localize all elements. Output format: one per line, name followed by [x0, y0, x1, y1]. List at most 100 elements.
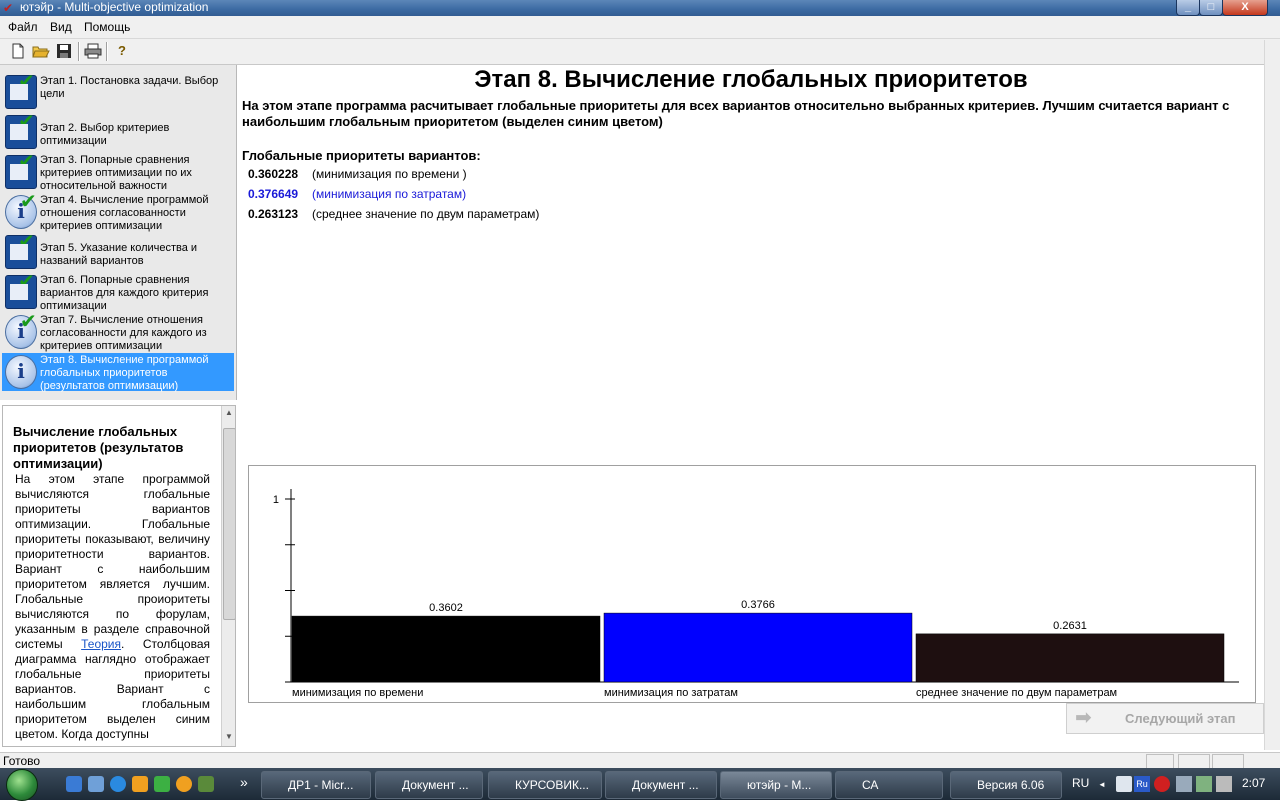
- menu-bar: Файл Вид Помощь: [0, 16, 1280, 39]
- bar: [603, 612, 913, 683]
- media-player-icon[interactable]: [132, 776, 148, 792]
- printer-tray-icon[interactable]: [1116, 776, 1132, 792]
- taskbar-button-active[interactable]: ютэйр - M...: [720, 771, 832, 799]
- maximize-button[interactable]: □: [1199, 0, 1223, 16]
- priority-value: 0.360228: [248, 167, 299, 181]
- help-scrollbar[interactable]: ▲ ▼: [221, 406, 235, 746]
- browser-icon[interactable]: [110, 776, 126, 792]
- help-body: На этом этапе программой вычисляются гло…: [15, 472, 210, 742]
- status-pane: [1146, 754, 1174, 769]
- network-icon[interactable]: [1176, 776, 1192, 792]
- word-doc-icon: [268, 778, 282, 792]
- status-pane: [1178, 754, 1210, 769]
- window-scrollbar[interactable]: [1264, 40, 1280, 750]
- page-title: Этап 8. Вычисление глобальных приоритето…: [474, 66, 1028, 93]
- taskbar-button[interactable]: СА: [835, 771, 943, 799]
- steps-panel: ✔ Этап 1. Постановка задачи. Выбор цели …: [0, 65, 237, 400]
- priority-row: 0.263123 (среднее значение по двум параме…: [248, 207, 539, 221]
- category-label: минимизация по затратам: [604, 687, 738, 699]
- next-step-button[interactable]: ➡ Следующий этап: [1066, 703, 1264, 734]
- taskbar-button[interactable]: КУРСОВИК...: [488, 771, 602, 799]
- chart-svg: 1 0.3602 минимизация по времени 0.3766 миним…: [273, 489, 1239, 699]
- menu-help[interactable]: Помощь: [84, 20, 130, 34]
- info-icon: i ✔: [5, 192, 37, 229]
- tray-expand-icon[interactable]: ◄: [1098, 780, 1106, 789]
- data-label: 0.3766: [741, 599, 775, 611]
- step-item-2[interactable]: ✔ Этап 2. Выбор критериев оптимизации: [2, 112, 234, 151]
- print-icon[interactable]: [84, 42, 102, 60]
- priority-name: (среднее значение по двум параметрам): [312, 207, 540, 221]
- step-label: Этап 8. Вычисление программой глобальных…: [40, 354, 209, 392]
- window-switch-icon[interactable]: [88, 776, 104, 792]
- taskbar-button[interactable]: Документ ...: [375, 771, 483, 799]
- help-panel: Вычисление глобальных приоритетов (резул…: [2, 405, 236, 747]
- check-pad-icon: ✔: [5, 72, 37, 109]
- scroll-up-icon[interactable]: ▲: [224, 408, 234, 418]
- taskbar-button[interactable]: ДР1 - Micr...: [261, 771, 371, 799]
- step-item-6[interactable]: ✔ Этап 6. Попарные сравнения вариантов д…: [2, 272, 234, 312]
- step-item-7[interactable]: i ✔ Этап 7. Вычисление отношения согласов…: [2, 312, 234, 352]
- volume-icon[interactable]: [1216, 776, 1232, 792]
- info-icon: i ✔: [5, 312, 37, 349]
- check-pad-icon: ✔: [5, 272, 37, 309]
- toolbar-separator: [106, 42, 108, 61]
- next-step-label: Следующий этап: [1125, 711, 1236, 726]
- save-icon[interactable]: [55, 42, 73, 60]
- language-indicator[interactable]: RU: [1072, 776, 1089, 790]
- app-icon[interactable]: ✔: [3, 2, 15, 14]
- toolbar-separator: [78, 42, 80, 61]
- step-item-4[interactable]: i ✔ Этап 4. Вычисление программой отношен…: [2, 192, 234, 232]
- arrow-right-icon: ➡: [1075, 707, 1092, 729]
- step-item-8[interactable]: i Этап 8. Вычисление программой глобальн…: [2, 353, 234, 392]
- taskbar-button[interactable]: Документ ...: [605, 771, 717, 799]
- category-label: минимизация по времени: [292, 687, 423, 699]
- clock: 2:07: [1242, 776, 1266, 790]
- mail-icon[interactable]: [176, 776, 192, 792]
- priority-value: 0.263123: [248, 207, 299, 221]
- step-label: Этап 3. Попарные сравнения критериев опт…: [40, 154, 192, 192]
- close-button[interactable]: X: [1222, 0, 1268, 16]
- quicklaunch-more-icon[interactable]: »: [240, 774, 248, 790]
- status-text: Готово: [3, 754, 41, 768]
- antivirus-icon[interactable]: [1154, 776, 1170, 792]
- step-label: Этап 2. Выбор критериев оптимизации: [40, 122, 170, 147]
- priority-row: 0.360228 (минимизация по времени ): [248, 167, 467, 181]
- open-folder-icon[interactable]: [32, 42, 50, 60]
- app-quicklaunch-icon[interactable]: [198, 776, 214, 792]
- start-button[interactable]: [6, 769, 38, 801]
- help-text-part1: На этом этапе программой вычисляются гло…: [15, 472, 210, 651]
- check-pad-icon: ✔: [5, 112, 37, 149]
- folder-icon: [842, 778, 856, 792]
- new-file-icon[interactable]: [9, 42, 27, 60]
- bar: [915, 633, 1225, 683]
- folder-icon: [957, 778, 971, 792]
- step-item-1[interactable]: ✔ Этап 1. Постановка задачи. Выбор цели: [2, 72, 234, 111]
- help-icon[interactable]: ?: [113, 42, 131, 60]
- window-title: ютэйр - Multi-objective optimization: [20, 0, 209, 14]
- step-label: Этап 1. Постановка задачи. Выбор цели: [40, 75, 219, 100]
- step-label: Этап 4. Вычисление программой отношения …: [40, 194, 209, 232]
- battery-icon[interactable]: [1196, 776, 1212, 792]
- scroll-thumb[interactable]: [223, 428, 235, 620]
- status-bar: Готово: [0, 752, 1280, 769]
- step-item-5[interactable]: ✔ Этап 5. Указание количества и названий…: [2, 232, 234, 271]
- priority-name: (минимизация по затратам): [312, 187, 467, 201]
- menu-view[interactable]: Вид: [50, 20, 72, 34]
- keyboard-layout-icon[interactable]: Ru: [1134, 776, 1150, 792]
- data-label: 0.2631: [1053, 620, 1087, 632]
- step-item-3[interactable]: ✔ Этап 3. Попарные сравнения критериев о…: [2, 152, 234, 192]
- title-bar: ✔ ютэйр - Multi-objective optimization _…: [0, 0, 1280, 16]
- word-doc-icon: [382, 778, 396, 792]
- priority-row-best: 0.376649 (минимизация по затратам): [248, 187, 466, 201]
- calculator-icon[interactable]: [154, 776, 170, 792]
- help-text-part2: . Столбцовая диаграмма наглядно отобража…: [15, 637, 210, 741]
- menu-file[interactable]: Файл: [8, 20, 38, 34]
- check-pad-icon: ✔: [5, 152, 37, 189]
- show-desktop-icon[interactable]: [66, 776, 82, 792]
- scroll-down-icon[interactable]: ▼: [224, 732, 234, 742]
- step-label: Этап 7. Вычисление отношения согласованн…: [40, 314, 207, 352]
- taskbar: » ДР1 - Micr... Документ ... КУРСОВИК...…: [0, 768, 1280, 801]
- taskbar-button[interactable]: Версия 6.06: [950, 771, 1062, 799]
- theory-link[interactable]: Теория: [81, 637, 121, 651]
- minimize-button[interactable]: _: [1176, 0, 1200, 16]
